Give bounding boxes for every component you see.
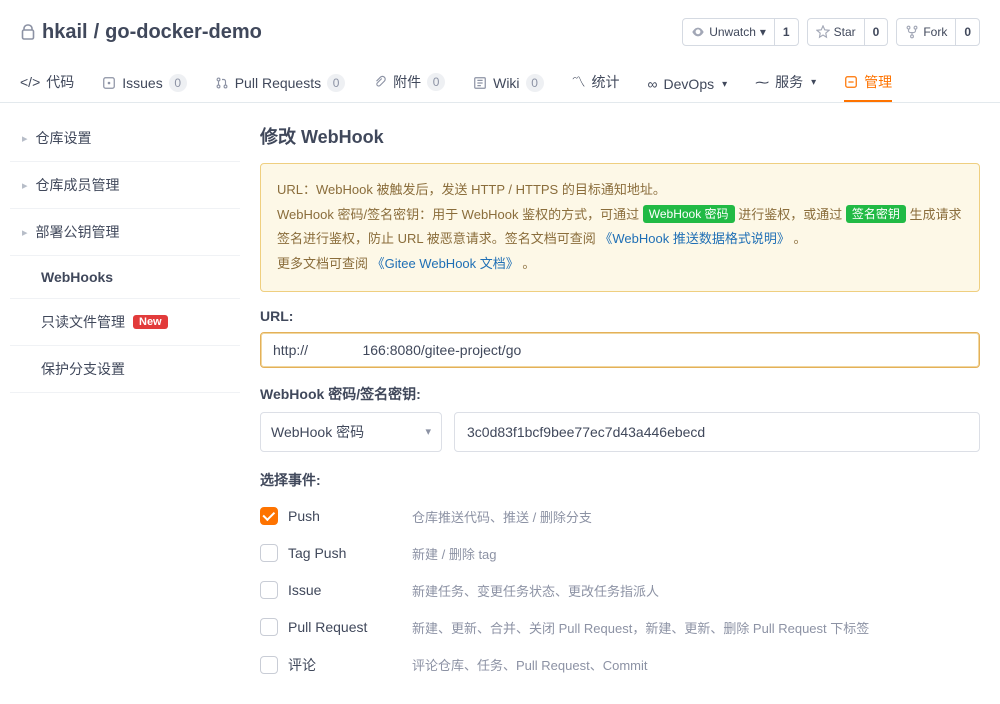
tab-manage[interactable]: 管理 (844, 64, 892, 102)
sidebar-item-readonly-files[interactable]: 只读文件管理 New (10, 299, 240, 346)
repo-owner[interactable]: hkail (42, 21, 88, 44)
repo-tabs: </> 代码 Issues 0 Pull Requests 0 附件 0 Wik… (0, 54, 1000, 103)
unwatch-button[interactable]: Unwatch ▾ 1 (682, 18, 798, 46)
sidebar-item-deploy-keys[interactable]: ▸ 部署公钥管理 (10, 209, 240, 256)
tab-code[interactable]: </> 代码 (20, 64, 74, 102)
manage-icon (844, 75, 858, 89)
events-label: 选择事件: (260, 470, 980, 490)
tab-stats[interactable]: 〽 统计 (572, 64, 620, 102)
secret-type-select[interactable]: WebHook 密码 ▾ (260, 412, 442, 452)
repo-title: hkail / go-docker-demo (20, 21, 262, 44)
eye-icon (691, 25, 705, 39)
service-icon: ⁓ (755, 74, 769, 91)
sidebar-item-protected-branches[interactable]: 保护分支设置 (10, 346, 240, 393)
star-button[interactable]: Star 0 (807, 18, 889, 46)
wiki-icon (473, 76, 487, 90)
tab-attachments[interactable]: 附件 0 (373, 64, 445, 102)
event-checkbox[interactable] (260, 507, 278, 525)
link-webhook-doc[interactable]: 《Gitee WebHook 文档》 (372, 256, 519, 271)
issues-icon (102, 76, 116, 90)
chevron-right-icon: ▸ (22, 179, 28, 192)
chevron-right-icon: ▸ (22, 226, 28, 239)
new-badge: New (133, 315, 168, 329)
tab-devops[interactable]: ∞ DevOps ▾ (648, 68, 728, 102)
caret-down-icon: ▾ (722, 79, 727, 90)
event-name: Issue (288, 582, 321, 598)
tab-service[interactable]: ⁓ 服务 ▾ (755, 64, 816, 102)
page-title: 修改 WebHook (260, 123, 980, 149)
chevron-right-icon: ▸ (22, 132, 28, 145)
caret-down-icon: ▾ (425, 425, 431, 438)
event-name: Push (288, 508, 320, 524)
event-checkbox[interactable] (260, 581, 278, 599)
tag-sign-key: 签名密钥 (846, 205, 906, 223)
event-row: Push 仓库推送代码、推送 / 删除分支 (260, 498, 980, 535)
event-name: Pull Request (288, 619, 367, 635)
lock-icon (20, 22, 36, 42)
stats-icon: 〽 (572, 72, 586, 92)
event-desc: 仓库推送代码、推送 / 删除分支 (412, 507, 592, 526)
secret-input[interactable] (454, 412, 980, 452)
event-desc: 评论仓库、任务、Pull Request、Commit (412, 655, 648, 674)
star-icon (816, 25, 830, 39)
event-row: Issue 新建任务、变更任务状态、更改任务指派人 (260, 572, 980, 609)
event-row: Tag Push 新建 / 删除 tag (260, 535, 980, 572)
event-desc: 新建 / 删除 tag (412, 544, 497, 563)
devops-icon: ∞ (648, 76, 658, 92)
secret-label: WebHook 密码/签名密钥: (260, 384, 980, 404)
fork-button[interactable]: Fork 0 (896, 18, 980, 46)
sidebar-item-members[interactable]: ▸ 仓库成员管理 (10, 162, 240, 209)
repo-name[interactable]: go-docker-demo (105, 21, 262, 44)
tag-webhook-password: WebHook 密码 (643, 205, 735, 223)
event-desc: 新建、更新、合并、关闭 Pull Request，新建、更新、删除 Pull R… (412, 618, 869, 637)
tab-pull-requests[interactable]: Pull Requests 0 (215, 66, 345, 102)
pr-icon (215, 76, 229, 90)
event-checkbox[interactable] (260, 544, 278, 562)
event-name: 评论 (288, 655, 316, 675)
settings-sidebar: ▸ 仓库设置 ▸ 仓库成员管理 ▸ 部署公钥管理 WebHooks 只读文件管理… (4, 115, 240, 704)
tab-wiki[interactable]: Wiki 0 (473, 66, 543, 102)
event-checkbox[interactable] (260, 618, 278, 636)
event-desc: 新建任务、变更任务状态、更改任务指派人 (412, 581, 659, 600)
event-name: Tag Push (288, 545, 346, 561)
tab-issues[interactable]: Issues 0 (102, 66, 186, 102)
event-row: 评论 评论仓库、任务、Pull Request、Commit (260, 646, 980, 684)
url-input[interactable] (260, 332, 980, 368)
event-checkbox[interactable] (260, 656, 278, 674)
sidebar-item-webhooks[interactable]: WebHooks (10, 256, 240, 299)
caret-down-icon: ▾ (760, 25, 766, 39)
sidebar-item-repo-settings[interactable]: ▸ 仓库设置 (10, 115, 240, 162)
url-label: URL: (260, 308, 980, 324)
repo-actions: Unwatch ▾ 1 Star 0 Fork 0 (682, 18, 980, 46)
code-icon: </> (20, 74, 40, 90)
event-row: Pull Request 新建、更新、合并、关闭 Pull Request，新建、… (260, 609, 980, 646)
notice-box: URL：WebHook 被触发后，发送 HTTP / HTTPS 的目标通知地址… (260, 163, 980, 292)
attachment-icon (373, 75, 387, 89)
link-format-doc[interactable]: 《WebHook 推送数据格式说明》 (599, 231, 789, 246)
fork-icon (905, 25, 919, 39)
caret-down-icon: ▾ (811, 77, 816, 88)
